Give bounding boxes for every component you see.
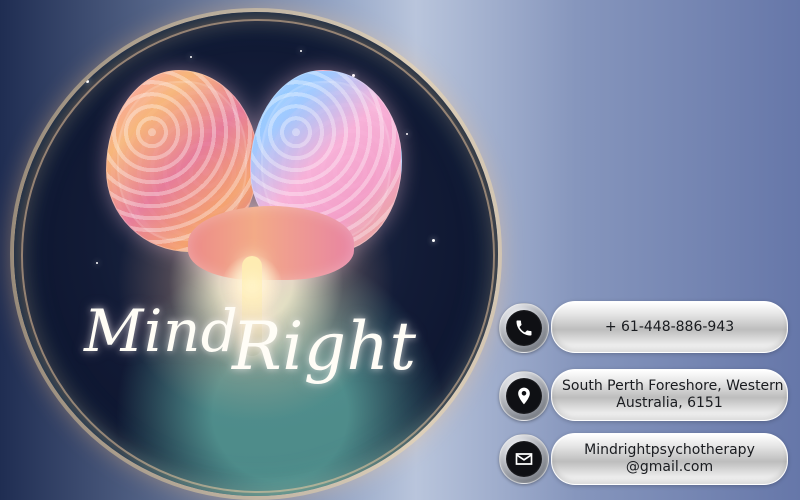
- logo-star: [300, 50, 302, 52]
- logo-word-mind: Mind: [84, 297, 239, 365]
- envelope-glyph: [515, 453, 533, 465]
- phone-icon-glyph: [516, 320, 532, 336]
- brain-illustration: [92, 70, 416, 356]
- mindright-logo-text: Mind Right: [84, 288, 432, 408]
- email-pill: Mindrightpsychotherapy @gmail.com: [551, 433, 788, 485]
- logo-circle: Mind Right: [14, 12, 498, 496]
- logo-star: [190, 56, 192, 58]
- location-pin-glyph: [518, 387, 530, 405]
- email-line-1: Mindrightpsychotherapy: [584, 442, 755, 459]
- address-pill: South Perth Foreshore, Western Australia…: [551, 369, 788, 421]
- logo-star: [86, 80, 89, 83]
- phone-number-pill: + 61-448-886-943: [551, 301, 788, 353]
- address-line-1: South Perth Foreshore, Western: [562, 378, 784, 395]
- envelope-icon: [499, 434, 549, 484]
- location-pin-icon: [499, 371, 549, 421]
- phone-icon: [499, 303, 549, 353]
- envelope-icon-badge: [506, 441, 542, 477]
- phone-number-text: + 61-448-886-943: [604, 318, 735, 335]
- phone-icon-badge: [506, 310, 542, 346]
- logo-star: [432, 239, 435, 242]
- email-line-2: @gmail.com: [625, 459, 714, 475]
- address-line-2: Australia, 6151: [616, 395, 723, 411]
- logo-word-right: Right: [232, 308, 417, 385]
- location-icon-badge: [506, 378, 542, 414]
